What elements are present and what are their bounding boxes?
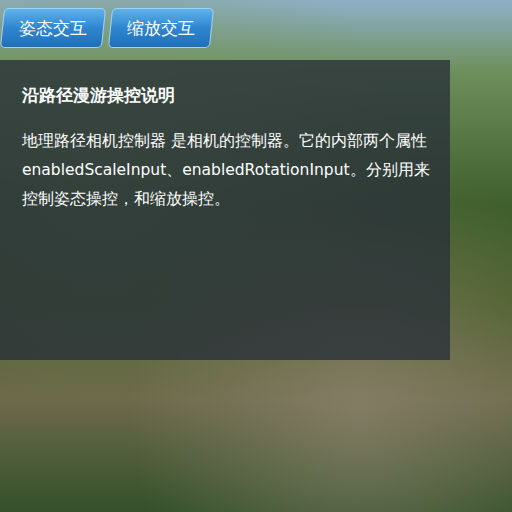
mode-button[interactable]: 缩放交互 xyxy=(108,8,214,48)
panel-title: 沿路径漫游操控说明 xyxy=(22,84,436,107)
info-panel: 沿路径漫游操控说明地理路径相机控制器 是相机的控制器。它的内部两个属性enabl… xyxy=(0,60,450,360)
toolbar: 姿态交互缩放交互 xyxy=(0,0,512,48)
mode-button[interactable]: 姿态交互 xyxy=(0,8,106,48)
panel-body: 地理路径相机控制器 是相机的控制器。它的内部两个属性enabledScaleIn… xyxy=(22,127,436,214)
map-view[interactable]: 姿态交互缩放交互沿路径漫游操控说明地理路径相机控制器 是相机的控制器。它的内部两… xyxy=(0,0,512,512)
